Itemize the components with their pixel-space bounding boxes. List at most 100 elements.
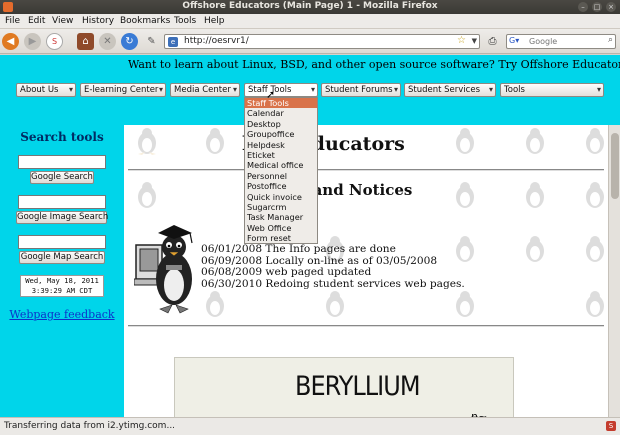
horizontal-rule	[128, 169, 604, 171]
menu-view[interactable]: View	[52, 16, 73, 26]
maximize-icon[interactable]: □	[592, 2, 602, 12]
menu-bar: File Edit View History Bookmarks Tools H…	[0, 14, 620, 29]
google-image-search-input[interactable]	[18, 195, 106, 209]
home-icon[interactable]: ⌂	[77, 33, 94, 50]
close-icon[interactable]: ×	[606, 2, 616, 12]
status-text: Transferring data from i2.ytimg.com...	[4, 421, 176, 431]
dropdown-option[interactable]: Postoffice	[245, 181, 317, 191]
dropdown-option[interactable]: Personnel	[245, 171, 317, 181]
addon-status-icon[interactable]: S	[606, 421, 616, 431]
dropdown-option[interactable]: Form reset	[245, 233, 317, 243]
minimize-icon[interactable]: –	[578, 2, 588, 12]
tux-watermark-icon	[206, 291, 224, 317]
dropdown-option[interactable]: Sugarcrm	[245, 202, 317, 212]
chevron-down-icon: ▾	[310, 85, 315, 94]
dropdown-option[interactable]: Helpdesk	[245, 140, 317, 150]
tux-watermark-icon	[206, 128, 224, 154]
dropdown-option[interactable]: Eticket	[245, 150, 317, 160]
scrollbar-thumb[interactable]	[611, 133, 619, 199]
tux-watermark-icon	[456, 182, 474, 208]
search-engine-icon[interactable]: G▾	[509, 36, 527, 47]
tux-watermark-icon	[586, 236, 604, 262]
dropdown-option[interactable]: Web Office	[245, 223, 317, 233]
title-bar: Offshore Educators (Main Page) 1 - Mozil…	[0, 0, 620, 14]
menu-history[interactable]: History	[82, 16, 114, 26]
tux-watermark-icon	[456, 291, 474, 317]
tux-watermark-icon	[586, 128, 604, 154]
google-map-search-button[interactable]: Google Map Search	[19, 251, 105, 264]
main-content: hore Educators ws and Notices 06/01/2008…	[124, 125, 608, 417]
menu-tools[interactable]: Tools	[174, 16, 196, 26]
news-item: 06/30/2010 Redoing student services web …	[201, 277, 465, 290]
vertical-scrollbar[interactable]	[608, 125, 620, 417]
forward-icon[interactable]: ▶	[24, 33, 41, 50]
select-media-center[interactable]: Media Center ▾	[170, 83, 240, 97]
chevron-down-icon: ▾	[158, 85, 163, 94]
penguin-mascot-icon	[134, 225, 193, 314]
tux-watermark-icon	[526, 236, 544, 262]
tux-watermark-icon	[456, 128, 474, 154]
dropdown-option[interactable]: Calendar	[245, 108, 317, 118]
search-input[interactable]	[529, 36, 605, 47]
print-icon[interactable]: ⎙	[484, 33, 501, 50]
banner-text: BERYLLIUM	[295, 370, 421, 402]
dropdown-option[interactable]: Quick invoice	[245, 192, 317, 202]
url-text: http://oesrvr1/	[184, 36, 249, 46]
select-staff-tools[interactable]: Staff Tools ▾	[244, 83, 318, 97]
dropdown-option[interactable]: Task Manager	[245, 212, 317, 222]
chevron-down-icon: ▾	[232, 85, 237, 94]
search-icon[interactable]: ⌕	[608, 35, 613, 45]
wand-icon[interactable]: ✎	[143, 33, 160, 50]
select-e-learning-center[interactable]: E-learning Center ▾	[80, 83, 166, 97]
google-map-search-input[interactable]	[18, 235, 106, 249]
status-bar: Transferring data from i2.ytimg.com... S	[0, 417, 620, 435]
google-image-search-button[interactable]: Google Image Search	[16, 211, 108, 224]
tux-watermark-icon	[586, 182, 604, 208]
chevron-down-icon: ▾	[596, 85, 601, 94]
firefox-window: Offshore Educators (Main Page) 1 - Mozil…	[0, 0, 620, 435]
back-icon[interactable]: ◀	[2, 33, 19, 50]
page-content: Want to learn about Linux, BSD, and othe…	[0, 55, 620, 417]
sidebar-heading: Search tools	[20, 130, 104, 144]
stop-icon[interactable]: ✕	[99, 33, 116, 50]
webpage-feedback-link[interactable]: Webpage feedback	[0, 308, 124, 321]
marquee-text: Want to learn about Linux, BSD, and othe…	[128, 58, 620, 71]
tux-watermark-icon	[138, 182, 156, 208]
menu-help[interactable]: Help	[204, 16, 225, 26]
google-search-input[interactable]	[18, 155, 106, 169]
dropdown-option[interactable]: Staff Tools	[245, 98, 317, 109]
marquee-bar: Want to learn about Linux, BSD, and othe…	[0, 55, 620, 79]
chevron-down-icon: ▾	[488, 85, 493, 94]
news-list: 06/01/2008 The Info pages are done 06/09…	[201, 243, 465, 290]
dropdown-option[interactable]: Groupoffice	[245, 129, 317, 139]
chevron-down-icon: ▾	[393, 85, 398, 94]
navigation-toolbar: ◀ ▶ S ⌂ ✕ ↻ ✎ e http://oesrvr1/ ☆ ▼ ⎙ G▾…	[0, 29, 620, 54]
s-addon-icon[interactable]: S	[46, 33, 63, 50]
select-about-us[interactable]: About Us ▾	[16, 83, 76, 97]
tux-watermark-icon	[586, 291, 604, 317]
search-tools-sidebar: Search tools Google Search Google Image …	[0, 125, 124, 417]
mouse-pointer-icon: ➚	[266, 88, 276, 101]
google-search-button[interactable]: Google Search	[30, 171, 94, 184]
url-bar[interactable]: e http://oesrvr1/ ☆ ▼	[164, 34, 480, 49]
select-tools[interactable]: Tools ▾	[500, 83, 604, 97]
tux-watermark-icon	[526, 182, 544, 208]
tux-watermark-icon	[526, 128, 544, 154]
search-box[interactable]: G▾ ⌕	[506, 34, 616, 49]
dropdown-option[interactable]: Medical office	[245, 160, 317, 170]
dropdown-option[interactable]: Desktop	[245, 119, 317, 129]
menu-edit[interactable]: Edit	[28, 16, 45, 26]
select-student-forums[interactable]: Student Forums ▾	[321, 83, 401, 97]
reload-icon[interactable]: ↻	[121, 33, 138, 50]
menu-file[interactable]: File	[5, 16, 20, 26]
bookmark-star-icon[interactable]: ☆	[457, 35, 466, 46]
beryllium-banner-image: BERYLLIUM ɲ̶~	[174, 357, 514, 417]
date-time-clock: Wed, May 18, 2011 3:39:29 AM CDT	[20, 275, 104, 297]
url-dropdown-icon[interactable]: ▼	[472, 37, 477, 45]
menu-bookmarks[interactable]: Bookmarks	[120, 16, 170, 26]
news-item: 06/01/2008 The Info pages are done	[201, 243, 396, 255]
horizontal-rule	[128, 325, 604, 327]
select-student-services[interactable]: Student Services ▾	[404, 83, 496, 97]
tux-watermark-icon	[138, 128, 156, 155]
site-icon: e	[168, 37, 178, 47]
